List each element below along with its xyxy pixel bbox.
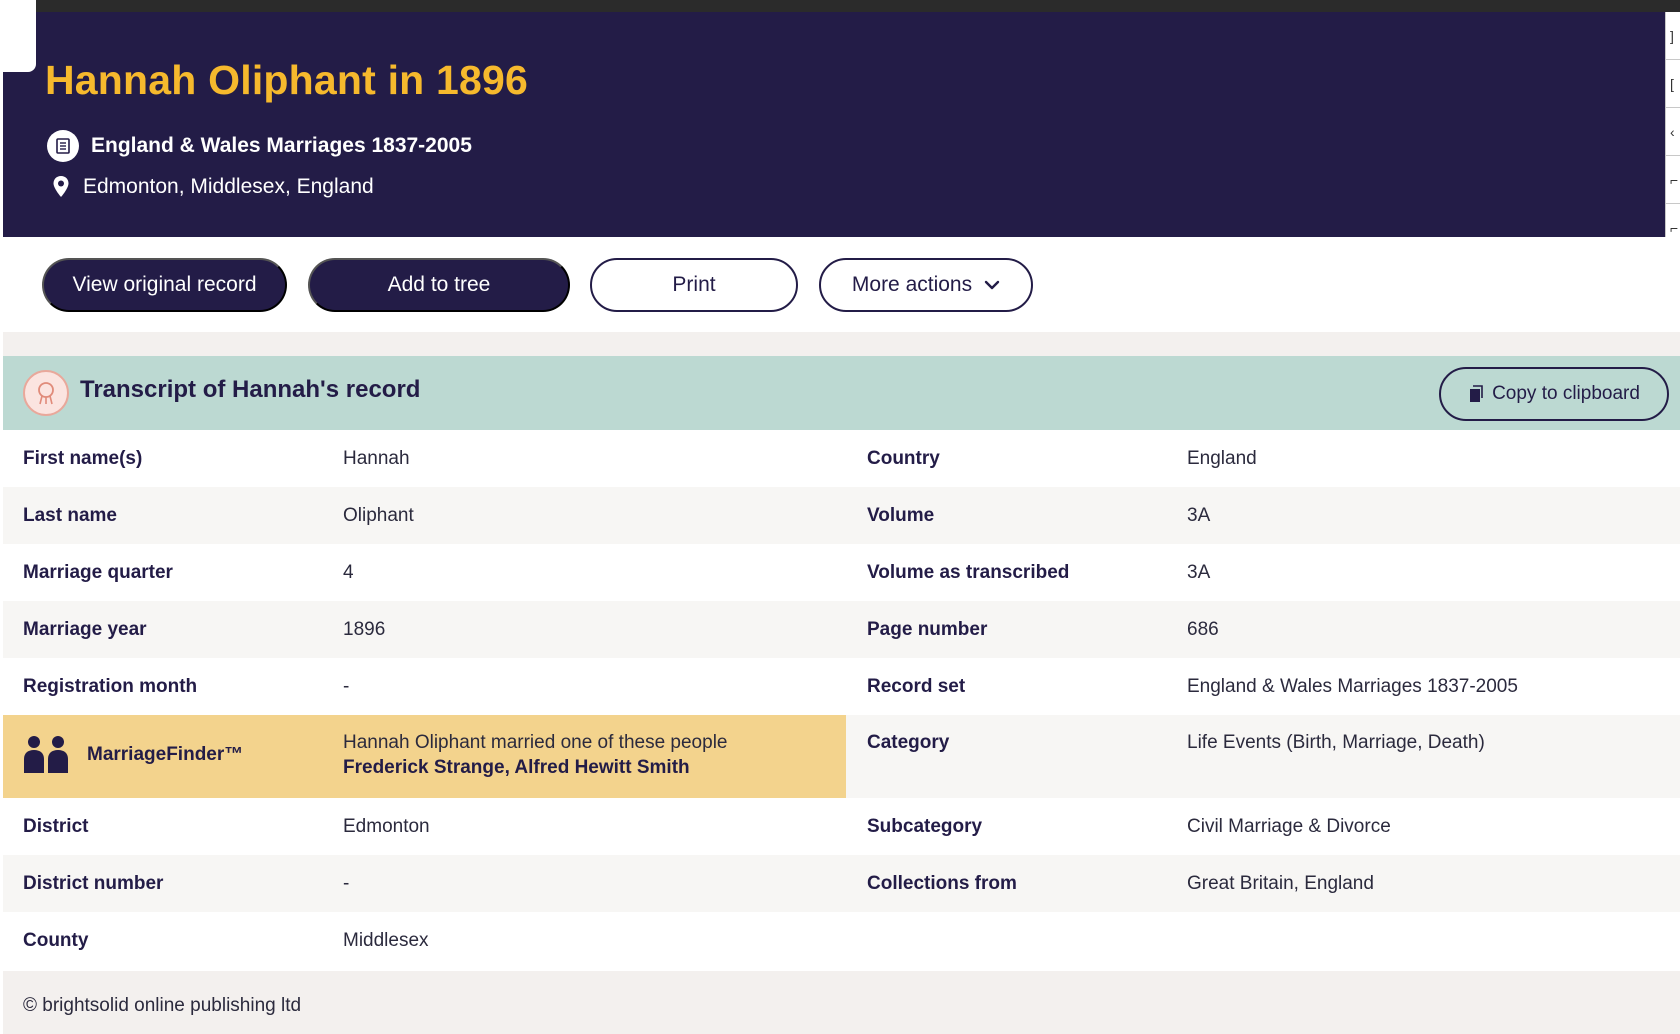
- field-label: Volume as transcribed: [867, 562, 1070, 583]
- field-label: County: [23, 930, 89, 951]
- page-title: Hannah Oliphant in 1896: [45, 57, 529, 103]
- marriage-finder-panel[interactable]: MarriageFinder™ Hannah Oliphant married …: [3, 715, 846, 798]
- table-row: MarriageFinder™ Hannah Oliphant married …: [3, 715, 1680, 798]
- field-value: Middlesex: [343, 930, 429, 951]
- record-collection: England & Wales Marriages 1837-2005: [47, 130, 472, 162]
- field-label: District number: [23, 873, 164, 894]
- table-row: Last name Oliphant Volume 3A: [3, 487, 1680, 544]
- location-pin-icon: [47, 175, 75, 199]
- field-value: 3A: [1187, 562, 1211, 583]
- record-place: Edmonton, Middlesex, England: [47, 175, 374, 199]
- top-dark-strip: [0, 0, 1680, 12]
- couple-icon: [24, 736, 68, 773]
- field-label: Marriage year: [23, 619, 147, 640]
- field-value: Life Events (Birth, Marriage, Death): [1187, 732, 1485, 753]
- place-name: Edmonton, Middlesex, England: [83, 175, 374, 198]
- field-value: 686: [1187, 619, 1219, 640]
- copyright-text: © brightsolid online publishing ltd: [23, 995, 302, 1016]
- field-label: District: [23, 816, 89, 837]
- field-value: -: [343, 676, 350, 697]
- table-row: First name(s) Hannah Country England: [3, 430, 1680, 487]
- transcript-header: Transcript of Hannah's record Copy to cl…: [3, 356, 1680, 430]
- field-label: Volume: [867, 505, 935, 526]
- field-value: Edmonton: [343, 816, 430, 837]
- more-actions-label: More actions: [851, 273, 973, 296]
- rail-tool-button[interactable]: ⌐: [1666, 156, 1680, 204]
- field-value: 4: [343, 562, 354, 583]
- field-value: 3A: [1187, 505, 1211, 526]
- field-value: England: [1187, 448, 1257, 469]
- rail-expand-button[interactable]: ]: [1666, 12, 1680, 60]
- field-label: First name(s): [23, 448, 143, 469]
- table-row: County Middlesex: [3, 912, 1680, 969]
- field-label: Subcategory: [867, 816, 983, 837]
- table-row: District Edmonton Subcategory Civil Marr…: [3, 798, 1680, 855]
- field-value: Great Britain, England: [1187, 873, 1374, 894]
- field-value: -: [343, 873, 350, 894]
- marriage-finder-names[interactable]: Frederick Strange, Alfred Hewitt Smith: [343, 757, 690, 779]
- field-label: Category: [867, 732, 950, 753]
- field-label: Marriage quarter: [23, 562, 173, 583]
- view-original-record-button[interactable]: View original record: [42, 258, 287, 312]
- copy-to-clipboard-button[interactable]: Copy to clipboard: [1439, 367, 1669, 421]
- table-row: Marriage year 1896 Page number 686: [3, 601, 1680, 658]
- field-label: Page number: [867, 619, 988, 640]
- transcript-title: Transcript of Hannah's record: [80, 376, 421, 403]
- field-label: Record set: [867, 676, 966, 697]
- marriage-finder-intro: Hannah Oliphant married one of these peo…: [343, 732, 728, 753]
- field-label: Country: [867, 448, 940, 469]
- rail-back-button[interactable]: ‹: [1666, 108, 1680, 156]
- record-header: Hannah Oliphant in 1896 England & Wales …: [3, 12, 1665, 237]
- clipboard-icon: [1470, 385, 1483, 402]
- field-value: England & Wales Marriages 1837-2005: [1187, 676, 1518, 697]
- field-value: Oliphant: [343, 505, 414, 526]
- field-label: Collections from: [867, 873, 1017, 894]
- marriage-finder-label: MarriageFinder™: [87, 744, 244, 765]
- field-value: Hannah: [343, 448, 410, 469]
- field-value: 1896: [343, 619, 386, 640]
- section-gap: [3, 332, 1680, 356]
- print-button[interactable]: Print: [590, 258, 798, 312]
- rail-panel-button[interactable]: [: [1666, 60, 1680, 108]
- corner-tab: [0, 0, 36, 72]
- copy-label: Copy to clipboard: [1492, 383, 1640, 404]
- collection-name: England & Wales Marriages 1837-2005: [91, 134, 472, 157]
- add-to-tree-button[interactable]: Add to tree: [308, 258, 570, 312]
- field-label: Registration month: [23, 676, 198, 697]
- page-footer: © brightsolid online publishing ltd: [3, 971, 1680, 1034]
- table-row: Marriage quarter 4 Volume as transcribed…: [3, 544, 1680, 601]
- table-row: District number - Collections from Great…: [3, 855, 1680, 912]
- table-row: Registration month - Record set England …: [3, 658, 1680, 715]
- chevron-down-icon: [984, 280, 1000, 290]
- transcript-badge-icon: [23, 370, 69, 416]
- record-book-icon: [47, 130, 79, 162]
- more-actions-button[interactable]: More actions: [819, 258, 1033, 312]
- field-label: Last name: [23, 505, 117, 526]
- field-value: Civil Marriage & Divorce: [1187, 816, 1391, 837]
